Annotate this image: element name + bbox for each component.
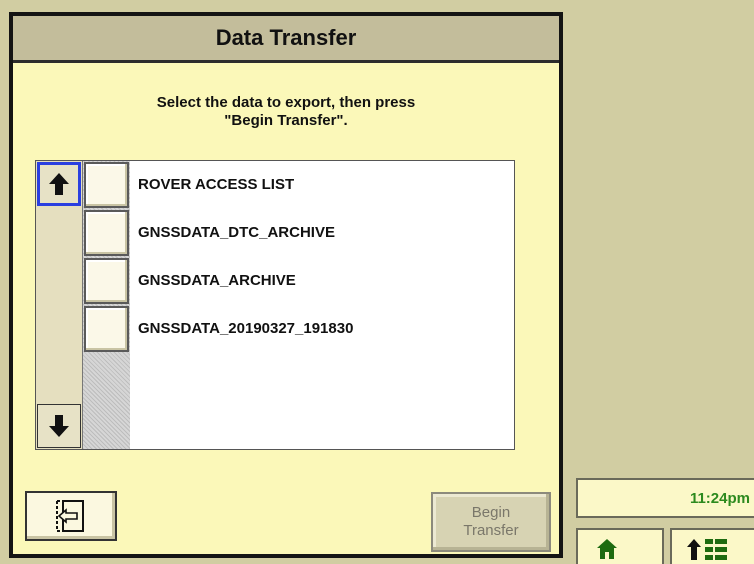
menu-button[interactable] bbox=[670, 528, 754, 564]
list-item[interactable]: GNSSDATA_DTC_ARCHIVE bbox=[83, 209, 514, 257]
home-icon bbox=[597, 539, 617, 559]
data-transfer-dialog: Data Transfer Select the data to export,… bbox=[9, 12, 563, 558]
clock-display: 11:24pm bbox=[576, 478, 754, 518]
list-item-label: ROVER ACCESS LIST bbox=[138, 176, 295, 193]
up-arrow-menu-icon bbox=[687, 539, 727, 560]
list-item[interactable]: ROVER ACCESS LIST bbox=[83, 161, 514, 209]
home-button[interactable] bbox=[576, 528, 664, 564]
list-item[interactable]: GNSSDATA_ARCHIVE bbox=[83, 257, 514, 305]
arrow-down-icon bbox=[49, 415, 69, 437]
scroll-down-button[interactable] bbox=[37, 404, 81, 448]
instructions-text: Select the data to export, then press "B… bbox=[156, 94, 416, 129]
checkbox[interactable] bbox=[84, 162, 129, 208]
scroll-up-button[interactable] bbox=[37, 162, 81, 206]
checkbox[interactable] bbox=[84, 258, 129, 304]
data-list: ROVER ACCESS LIST GNSSDATA_DTC_ARCHIVE G… bbox=[35, 160, 515, 450]
scrollbar[interactable] bbox=[36, 161, 83, 449]
list-item-label: GNSSDATA_20190327_191830 bbox=[138, 320, 354, 337]
arrow-up-icon bbox=[49, 173, 69, 195]
exit-back-icon bbox=[56, 500, 84, 532]
back-button[interactable] bbox=[25, 491, 117, 541]
checkbox[interactable] bbox=[84, 210, 129, 256]
list-item[interactable]: GNSSDATA_20190327_191830 bbox=[83, 305, 514, 353]
list-item-label: GNSSDATA_ARCHIVE bbox=[138, 272, 296, 289]
list-item-label: GNSSDATA_DTC_ARCHIVE bbox=[138, 224, 335, 241]
checkbox[interactable] bbox=[84, 306, 129, 352]
dialog-title: Data Transfer bbox=[13, 16, 559, 63]
begin-transfer-button[interactable]: Begin Transfer bbox=[431, 492, 551, 552]
